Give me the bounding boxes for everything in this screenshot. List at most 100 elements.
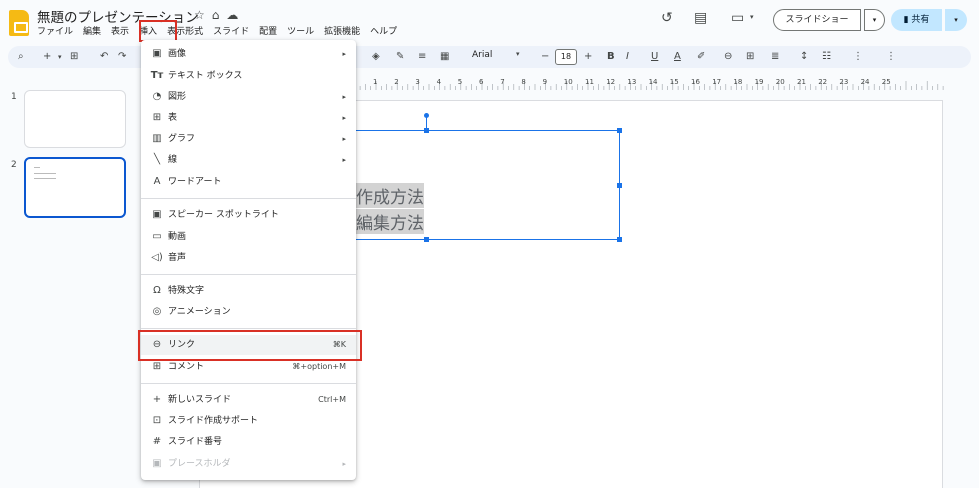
ruler-label: 1 — [373, 78, 378, 86]
menu-item-line[interactable]: ╲ 線 ▸ — [141, 150, 356, 170]
slide-text-line[interactable]: 編集方法 — [356, 209, 424, 234]
menu-item-comment[interactable]: ⊞ コメント ⌘+option+M — [141, 357, 356, 377]
meet-dropdown-icon[interactable]: ▾ — [750, 13, 754, 21]
submenu-arrow-icon: ▸ — [342, 93, 346, 101]
star-icon[interactable]: ☆ — [194, 8, 212, 22]
menu-item-wordart[interactable]: A ワードアート — [141, 172, 356, 192]
underline-icon[interactable]: U — [651, 50, 658, 64]
shortcut-label: Ctrl+M — [318, 395, 346, 404]
ruler-label: 22 — [818, 78, 828, 86]
slide-thumbnail-selected[interactable] — [24, 157, 126, 218]
menu-item-label: 画像 — [168, 49, 187, 59]
textbox-icon: Tт — [150, 70, 164, 81]
menu-item-label: 特殊文字 — [168, 286, 205, 296]
hash-icon: # — [152, 436, 162, 447]
ruler-label: 14 — [648, 78, 658, 86]
history-icon[interactable]: ↺ — [661, 10, 673, 26]
new-slide-dropdown-icon[interactable]: ▾ — [58, 50, 62, 64]
rotate-handle[interactable] — [424, 113, 429, 118]
highlight-color-icon[interactable]: ✐ — [697, 50, 705, 64]
table-icon: ⊞ — [152, 112, 162, 123]
decrease-font-icon[interactable]: − — [541, 50, 549, 64]
comments-icon[interactable]: ▤ — [694, 10, 707, 26]
border-weight-icon[interactable]: ≡ — [418, 50, 426, 64]
numbered-list-icon[interactable]: ⋮ — [853, 50, 863, 64]
resize-handle[interactable] — [617, 237, 622, 242]
menu-edit[interactable]: 編集 — [78, 25, 106, 39]
menu-help[interactable]: ヘルプ — [365, 25, 402, 39]
search-menus-icon[interactable]: ⌕ — [18, 50, 24, 64]
ruler-label: 23 — [839, 78, 849, 86]
font-dropdown-icon[interactable]: ▾ — [516, 50, 520, 58]
resize-handle[interactable] — [617, 183, 622, 188]
increase-font-icon[interactable]: + — [584, 50, 592, 64]
menu-slide[interactable]: スライド — [208, 25, 254, 39]
ruler-label: 15 — [669, 78, 679, 86]
ruler-label: 19 — [754, 78, 764, 86]
italic-icon[interactable]: I — [626, 50, 629, 64]
thumb-text-line — [34, 173, 56, 174]
menu-item-animation[interactable]: ◎ アニメーション — [141, 302, 356, 322]
menu-item-video[interactable]: ▭ 動画 — [141, 227, 356, 247]
add-comment-icon[interactable]: ⊞ — [746, 50, 754, 64]
slide-text-line[interactable]: 作成方法 — [356, 183, 424, 208]
slideshow-button[interactable]: スライドショー — [773, 9, 861, 31]
slide-assist-icon: ⊡ — [152, 415, 162, 426]
submenu-arrow-icon: ▸ — [342, 114, 346, 122]
image-icon: ▣ — [152, 48, 162, 59]
font-select[interactable]: Arial — [472, 50, 492, 60]
menu-item-speaker-spotlight[interactable]: ▣ スピーカー スポットライト — [141, 205, 356, 225]
menu-item-shape[interactable]: ◔ 図形 ▸ — [141, 87, 356, 107]
text-color-icon[interactable]: A — [674, 50, 681, 64]
menu-item-label: 図形 — [168, 92, 187, 102]
line-spacing-icon[interactable]: ↕ — [800, 50, 808, 64]
new-comment-icon[interactable]: ⊞ — [70, 50, 78, 64]
menu-item-special-characters[interactable]: Ω 特殊文字 — [141, 281, 356, 301]
menu-item-image[interactable]: ▣ 画像 ▸ — [141, 44, 356, 64]
resize-handle[interactable] — [617, 128, 622, 133]
insert-link-icon[interactable]: ⊖ — [724, 50, 732, 64]
border-color-icon[interactable]: ✎ — [396, 50, 404, 64]
menu-item-audio[interactable]: ◁) 音声 — [141, 248, 356, 268]
resize-handle[interactable] — [424, 237, 429, 242]
fill-color-icon[interactable]: ◈ — [372, 50, 380, 64]
menu-view[interactable]: 表示 — [106, 25, 134, 39]
border-dash-icon[interactable]: ▦ — [440, 50, 449, 64]
menu-separator — [141, 383, 356, 384]
menu-extensions[interactable]: 拡張機能 — [319, 25, 365, 39]
share-dropdown-icon[interactable]: ▾ — [945, 9, 967, 31]
align-icon[interactable]: ≣ — [771, 50, 779, 64]
bold-icon[interactable]: B — [607, 50, 615, 64]
meet-icon[interactable]: ▭ — [731, 10, 744, 26]
cloud-status-icon[interactable]: ☁ — [226, 8, 245, 22]
slides-logo-icon[interactable] — [9, 10, 29, 36]
menu-item-slide-number[interactable]: # スライド番号 — [141, 432, 356, 452]
menu-arrange[interactable]: 配置 — [254, 25, 282, 39]
menu-item-textbox[interactable]: Tт テキスト ボックス — [141, 66, 356, 86]
font-size-input[interactable]: 18 — [555, 49, 577, 65]
ruler-label: 9 — [542, 78, 548, 86]
checklist-icon[interactable]: ☷ — [822, 50, 831, 64]
slide-thumbnail[interactable] — [24, 90, 126, 148]
move-folder-icon[interactable]: ⌂ — [212, 8, 227, 22]
resize-handle[interactable] — [424, 128, 429, 133]
menu-item-slide-assist[interactable]: ⊡ スライド作成サポート — [141, 411, 356, 431]
menu-item-table[interactable]: ⊞ 表 ▸ — [141, 108, 356, 128]
ruler-label: 2 — [394, 78, 399, 86]
ruler-label: 3 — [415, 78, 420, 86]
menu-item-new-slide[interactable]: + 新しいスライド Ctrl+M — [141, 390, 356, 410]
video-icon: ▭ — [152, 231, 162, 242]
redo-icon[interactable]: ↷ — [118, 50, 126, 64]
menu-file[interactable]: ファイル — [32, 25, 78, 39]
more-options-icon[interactable]: ⋮ — [886, 50, 896, 64]
menu-item-label: 動画 — [168, 232, 187, 242]
ruler-label: 25 — [881, 78, 891, 86]
ruler-label: 20 — [775, 78, 785, 86]
undo-icon[interactable]: ↶ — [100, 50, 108, 64]
menu-tools[interactable]: ツール — [282, 25, 319, 39]
slides-app: 無題のプレゼンテーション ☆⌂☁ ファイル 編集 表示 挿入 表示形式 スライド… — [0, 0, 979, 488]
new-slide-icon[interactable]: + — [43, 50, 51, 64]
menu-item-chart[interactable]: ▥ グラフ ▸ — [141, 129, 356, 149]
slideshow-dropdown-icon[interactable]: ▾ — [864, 9, 885, 31]
share-button[interactable]: ▮ 共有 — [891, 9, 942, 31]
